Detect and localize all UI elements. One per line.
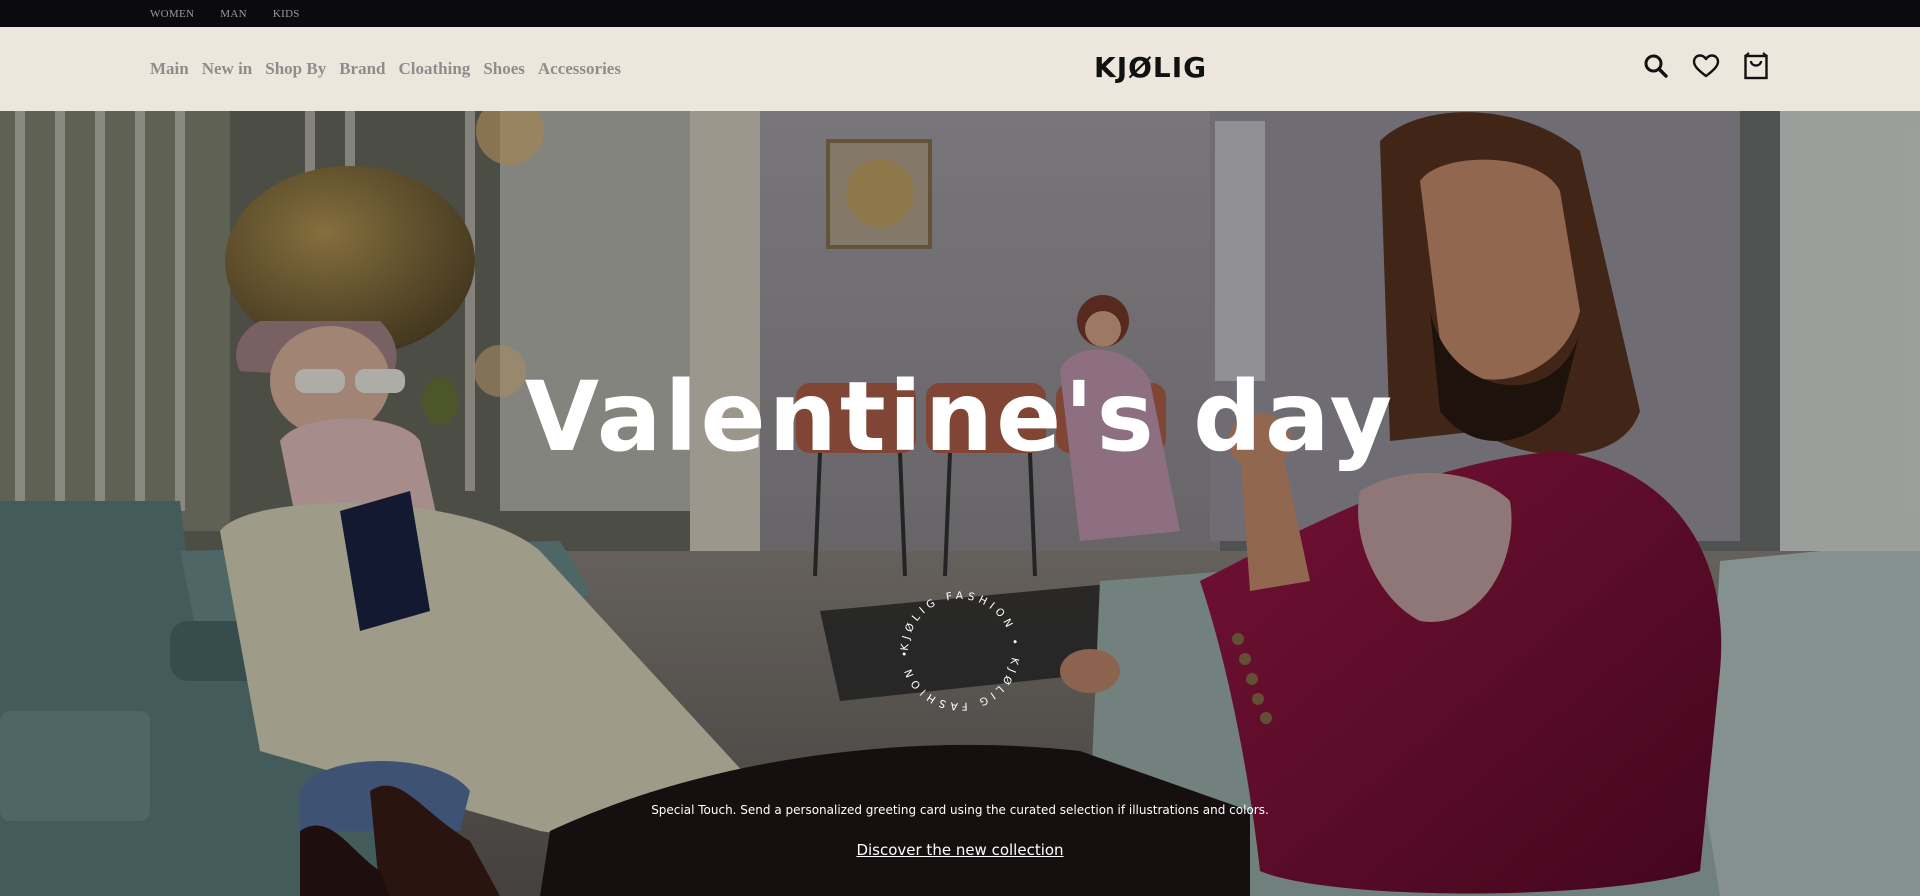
category-link-man[interactable]: MAN <box>220 8 247 20</box>
nav-item-clothing[interactable]: Cloathing <box>399 59 471 79</box>
badge-text: KJØLIG FASHION • KJØLIG FASHION • <box>899 590 1017 712</box>
nav-item-main[interactable]: Main <box>150 59 189 79</box>
nav-item-shop-by[interactable]: Shop By <box>265 59 326 79</box>
heart-icon[interactable] <box>1692 51 1720 81</box>
shopping-bag-icon[interactable] <box>1742 51 1770 81</box>
search-icon[interactable] <box>1642 51 1670 81</box>
hero-cta-wrapper: Discover the new collection <box>0 841 1920 860</box>
hero-banner: Valentine's day KJØLIG FASHION • KJØLIG … <box>0 111 1920 896</box>
svg-text:KJØLIG FASHION • KJØLIG FASHIO: KJØLIG FASHION • KJØLIG FASHION • <box>899 590 1021 712</box>
hero-dim-overlay <box>0 111 1920 896</box>
circular-brand-badge: KJØLIG FASHION • KJØLIG FASHION • <box>899 590 1021 712</box>
nav-item-accessories[interactable]: Accessories <box>538 59 621 79</box>
main-header: Main New in Shop By Brand Cloathing Shoe… <box>0 27 1920 111</box>
nav-item-new-in[interactable]: New in <box>202 59 253 79</box>
hero-description: Special Touch. Send a personalized greet… <box>651 803 1269 817</box>
category-link-kids[interactable]: KIDS <box>273 8 300 20</box>
nav-item-brand[interactable]: Brand <box>339 59 385 79</box>
nav-item-shoes[interactable]: Shoes <box>483 59 525 79</box>
brand-logo[interactable]: KJØLIG <box>1094 51 1207 84</box>
top-category-bar: WOMEN MAN KIDS <box>0 0 1920 27</box>
discover-collection-link[interactable]: Discover the new collection <box>856 841 1063 859</box>
main-nav: Main New in Shop By Brand Cloathing Shoe… <box>150 59 621 79</box>
header-actions <box>1642 51 1770 81</box>
category-link-women[interactable]: WOMEN <box>150 8 194 20</box>
hero-title: Valentine's day <box>524 361 1396 473</box>
